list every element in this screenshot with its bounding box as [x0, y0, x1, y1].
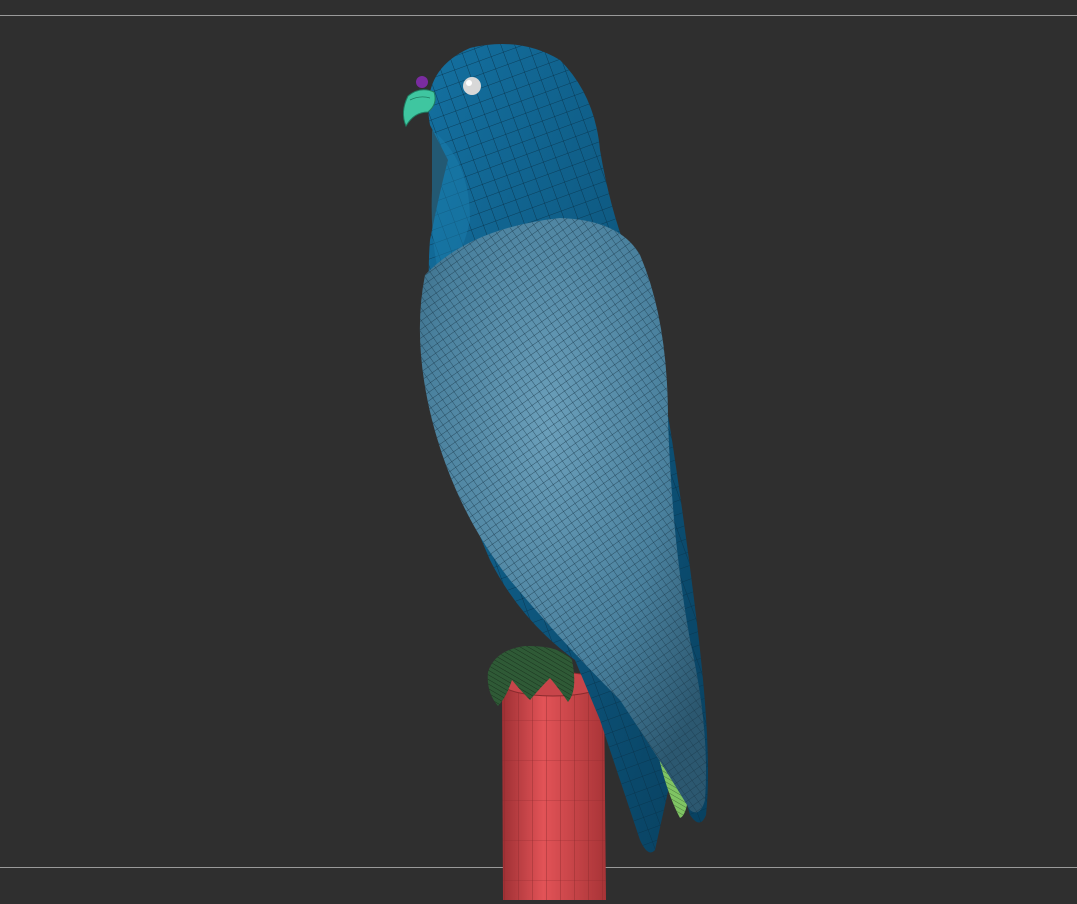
perch-cylinder [502, 671, 606, 900]
falcon-mesh-model[interactable] [0, 0, 1077, 904]
3d-viewport[interactable] [0, 0, 1077, 904]
